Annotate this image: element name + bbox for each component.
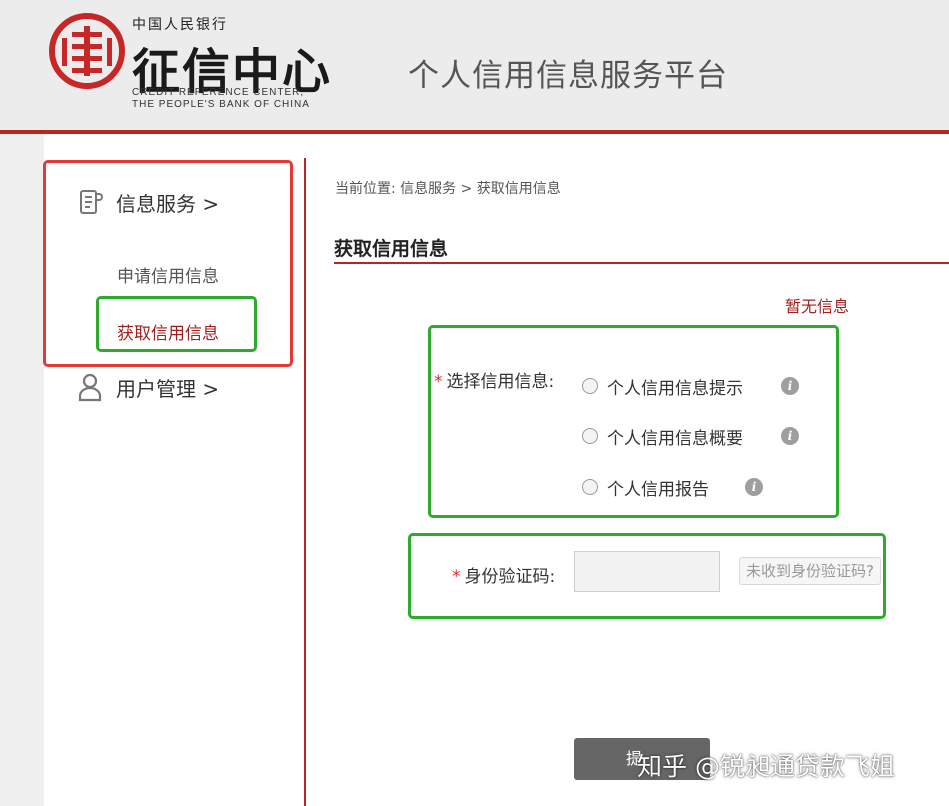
- info-icon[interactable]: i: [745, 478, 763, 496]
- logo-english-line-2: THE PEOPLE'S BANK OF CHINA: [132, 99, 310, 110]
- select-credit-info-label: * 选择信用信息:: [434, 367, 554, 392]
- logo-english-line-1: CREDIT REFERENCE CENTER,: [132, 87, 305, 98]
- radio-button[interactable]: [582, 428, 598, 444]
- active-item-highlight-box: [96, 296, 257, 352]
- code-not-received-button[interactable]: 未收到身份验证码?: [739, 557, 881, 585]
- sidebar-group-label: 用户管理 >: [116, 376, 220, 401]
- option-label: 个人信用报告: [607, 479, 709, 500]
- option-credit-info-summary[interactable]: 个人信用信息概要: [582, 423, 743, 449]
- title-divider: [334, 262, 949, 264]
- sidebar-divider: [304, 158, 306, 806]
- option-label: 个人信用信息概要: [607, 428, 743, 449]
- status-message: 暂无信息: [785, 297, 850, 316]
- required-marker: *: [452, 567, 461, 587]
- verification-code-input[interactable]: [574, 551, 720, 592]
- radio-button[interactable]: [582, 378, 598, 394]
- breadcrumb: 当前位置: 信息服务 > 获取信用信息: [335, 181, 561, 197]
- user-icon: [76, 372, 104, 402]
- option-label: 个人信用信息提示: [607, 378, 743, 399]
- platform-title: 个人信用信息服务平台: [408, 58, 728, 94]
- info-icon[interactable]: i: [781, 427, 799, 445]
- page-title: 获取信用信息: [334, 238, 449, 260]
- credit-center-logo: 中国人民银行 征信中心 CREDIT REFERENCE CENTER, THE…: [46, 12, 336, 112]
- sidebar-group-user-management[interactable]: 用户管理 >: [76, 369, 219, 405]
- option-credit-info-hint[interactable]: 个人信用信息提示: [582, 373, 743, 399]
- option-credit-report[interactable]: 个人信用报告: [582, 474, 709, 500]
- watermark-text: 知乎 @锐昶通贷款飞姐: [637, 752, 895, 781]
- select-credit-info-text: 选择信用信息:: [446, 372, 555, 392]
- seal-logo-icon: [49, 13, 125, 89]
- verification-code-text: 身份验证码:: [464, 567, 556, 587]
- required-marker: *: [434, 372, 443, 392]
- verification-code-label: * 身份验证码:: [452, 562, 555, 587]
- radio-button[interactable]: [582, 479, 598, 495]
- logo-top-text: 中国人民银行: [132, 17, 228, 33]
- info-icon[interactable]: i: [781, 377, 799, 395]
- left-gutter: [0, 134, 44, 806]
- site-header: 中国人民银行 征信中心 CREDIT REFERENCE CENTER, THE…: [0, 0, 949, 130]
